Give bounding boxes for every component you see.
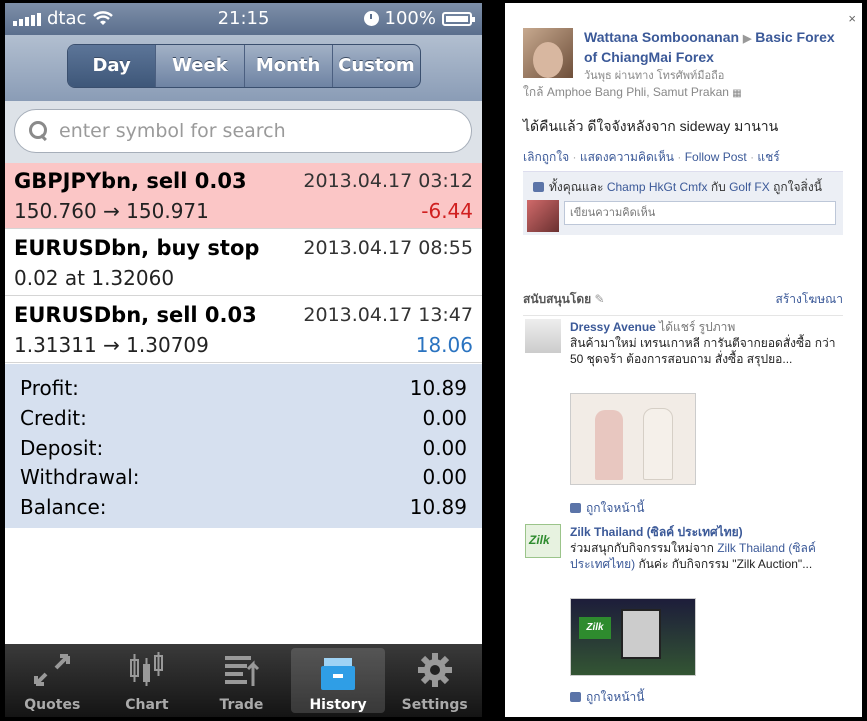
facebook-post-panel: × Wattana Somboonanan ▶ Basic Forex of C…: [505, 3, 862, 717]
search-input[interactable]: enter symbol for search: [14, 109, 472, 153]
summary-label: Credit:: [20, 406, 87, 430]
battery-percent: 100%: [384, 8, 436, 29]
tab-settings[interactable]: Settings: [387, 644, 482, 717]
tab-label: Settings: [401, 697, 468, 713]
post-location: ใกล้ Amphoe Bang Phli, Samut Prakan ▦: [523, 83, 742, 102]
alarm-clock-icon: [363, 11, 379, 26]
zilk-logo[interactable]: Zilk: [525, 524, 561, 558]
summary-value: 0.00: [422, 465, 467, 489]
summary-label: Deposit:: [20, 436, 104, 460]
settings-icon: [417, 653, 452, 687]
segment-custom[interactable]: Custom: [333, 45, 420, 87]
likes-box: ทั้งคุณและ Champ HkGt Cmfx กับ Golf FX ถ…: [523, 171, 843, 235]
order-row[interactable]: EURUSDbn, sell 0.03 2013.04.17 13:47 1.3…: [5, 297, 482, 363]
sponsored-header: สนับสนุนโดย ✎ สร้างโฆษณา: [523, 290, 843, 316]
order-title: GBPJPYbn, sell 0.03: [14, 169, 247, 193]
tab-history[interactable]: History: [290, 648, 386, 713]
tab-label: Chart: [125, 697, 169, 713]
liker-link[interactable]: Golf FX: [729, 180, 770, 194]
order-profit: 18.06: [415, 333, 473, 357]
segment-day[interactable]: Day: [68, 45, 157, 87]
segment-week[interactable]: Week: [156, 45, 245, 87]
comment-input[interactable]: เขียนความคิดเห็น: [564, 201, 836, 225]
ad-title-link[interactable]: Dressy Avenue: [570, 320, 656, 334]
period-toolbar: Day Week Month Custom: [5, 35, 482, 101]
arrow-right-icon: ▶: [742, 33, 752, 45]
ad-title-link[interactable]: Zilk Thailand (ซิลค์ ประเทศไทย): [570, 525, 743, 539]
tab-trade[interactable]: Trade: [194, 644, 289, 717]
author-avatar[interactable]: [523, 28, 573, 78]
chart-icon: [129, 652, 163, 686]
summary-value: 10.89: [409, 376, 467, 400]
like-page-button[interactable]: ถูกใจหน้านี้: [570, 499, 644, 518]
author-link[interactable]: Wattana Somboonanan: [584, 29, 739, 45]
likes-summary: ทั้งคุณและ Champ HkGt Cmfx กับ Golf FX ถ…: [533, 178, 822, 197]
thumbs-up-icon: [533, 182, 544, 192]
summary-value: 0.00: [422, 436, 467, 460]
order-prices: 1.31311 → 1.30709: [14, 333, 209, 357]
mobile-trading-app: dtac 21:15 100% Day Week Month Custom en…: [5, 3, 482, 717]
order-prices: 0.02 at 1.32060: [14, 266, 175, 290]
comment-link[interactable]: แสดงความคิดเห็น: [580, 150, 674, 164]
sponsored-label: สนับสนุนโดย: [523, 292, 592, 306]
ad-text: สินค้ามาใหม่ เทรนเกาหลี การันตีจากยอดสั่…: [570, 336, 836, 366]
tab-label: History: [309, 697, 367, 713]
order-profit: -6.44: [421, 199, 473, 223]
order-row[interactable]: EURUSDbn, buy stop 2013.04.17 08:55 0.02…: [5, 230, 482, 296]
order-datetime: 2013.04.17 13:47: [303, 304, 473, 326]
unlike-link[interactable]: เลิกถูกใจ: [523, 150, 569, 164]
create-ad-link[interactable]: สร้างโฆษณา: [776, 290, 844, 309]
user-avatar: [527, 200, 559, 232]
search-bar: enter symbol for search: [5, 101, 482, 163]
summary-label: Withdrawal:: [20, 465, 140, 489]
like-page-button[interactable]: ถูกใจหน้านี้: [570, 688, 644, 707]
share-link[interactable]: แชร์: [757, 150, 779, 164]
history-icon: [321, 658, 356, 690]
post-header: Wattana Somboonanan ▶ Basic Forex of Chi…: [584, 28, 844, 66]
trade-icon: [225, 656, 260, 686]
status-bar: dtac 21:15 100%: [5, 3, 482, 35]
search-icon: [29, 121, 49, 141]
bottom-tab-bar: Quotes Chart Trade History Settings: [5, 644, 482, 717]
liker-link[interactable]: Champ HkGt Cmfx: [607, 180, 708, 194]
period-segmented-control: Day Week Month Custom: [67, 44, 421, 88]
post-actions: เลิกถูกใจ · แสดงความคิดเห็น · Follow Pos…: [523, 150, 780, 164]
tab-quotes[interactable]: Quotes: [5, 644, 100, 717]
account-summary: Profit: 10.89 Credit: 0.00 Deposit: 0.00…: [5, 364, 482, 528]
summary-value: 0.00: [422, 406, 467, 430]
map-icon: ▦: [732, 88, 742, 99]
tab-chart[interactable]: Chart: [100, 644, 195, 717]
quotes-icon: [34, 654, 71, 686]
screenshot-root: dtac 21:15 100% Day Week Month Custom en…: [0, 0, 867, 721]
search-placeholder: enter symbol for search: [59, 120, 286, 142]
order-row[interactable]: GBPJPYbn, sell 0.03 2013.04.17 03:12 150…: [5, 163, 482, 229]
order-datetime: 2013.04.17 03:12: [303, 170, 473, 192]
dressy-logo[interactable]: [525, 319, 561, 353]
ad-image[interactable]: [570, 393, 696, 485]
thumbs-up-icon: [570, 503, 581, 513]
post-meta: วันพุธ ผ่านทาง โทรศัพท์มือถือ: [584, 70, 725, 82]
follow-post-link[interactable]: Follow Post: [685, 150, 747, 164]
order-title: EURUSDbn, sell 0.03: [14, 303, 257, 327]
tab-label: Trade: [219, 697, 264, 713]
ad-image[interactable]: Zilk: [570, 598, 696, 676]
close-icon[interactable]: ×: [848, 11, 856, 26]
edit-icon: ✎: [594, 292, 605, 306]
segment-month[interactable]: Month: [245, 45, 333, 87]
ad-source: ได้แชร์ รูปภาพ: [659, 320, 736, 334]
order-prices: 150.760 → 150.971: [14, 199, 209, 223]
tab-label: Quotes: [24, 697, 81, 713]
thumbs-up-icon: [570, 692, 581, 702]
summary-value: 10.89: [409, 495, 467, 519]
summary-label: Profit:: [20, 376, 79, 400]
summary-label: Balance:: [20, 495, 107, 519]
post-text: ได้คืนแล้ว ดีใจจังหลังจาก sideway มานาน: [523, 118, 779, 134]
order-datetime: 2013.04.17 08:55: [303, 237, 473, 259]
location-text: ใกล้ Amphoe Bang Phli, Samut Prakan: [523, 85, 729, 99]
order-title: EURUSDbn, buy stop: [14, 236, 260, 260]
battery-icon: [442, 11, 475, 26]
